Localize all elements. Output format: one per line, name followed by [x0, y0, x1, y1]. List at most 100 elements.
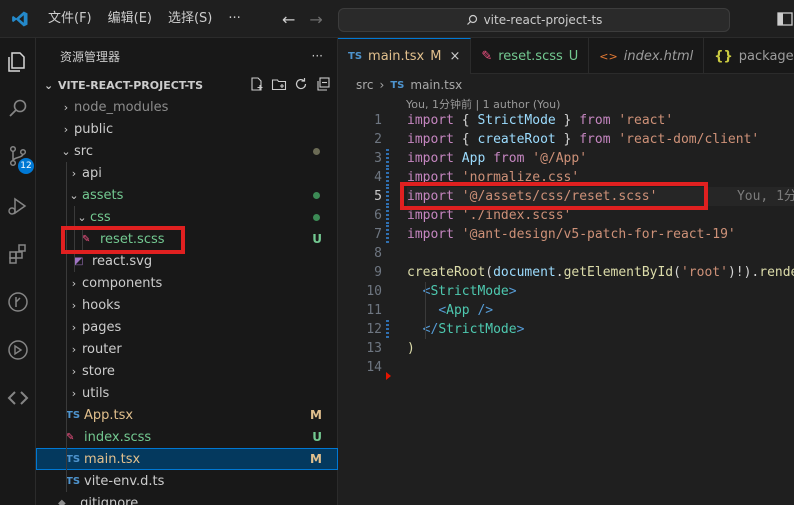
- codelens-author[interactable]: You, 1分钟前 | 1 author (You): [406, 96, 560, 112]
- code-line[interactable]: 7 import '@ant-design/v5-patch-for-react-…: [338, 225, 794, 244]
- code-line[interactable]: 8: [338, 244, 794, 263]
- tree-item-label: App.tsx: [84, 407, 134, 423]
- close-icon[interactable]: ×: [449, 49, 460, 64]
- code-token: createRoot: [407, 265, 486, 280]
- toggle-sidebar-icon[interactable]: [776, 10, 794, 28]
- chevron-down-icon: ⌄: [69, 188, 79, 202]
- run-debug-icon[interactable]: [4, 192, 32, 220]
- code-token: StrictMode: [430, 284, 509, 299]
- tree-item-label: hooks: [82, 297, 121, 313]
- code-editor[interactable]: 1 import { StrictMode } from 'react' 2 impo…: [338, 111, 794, 505]
- menu-item[interactable]: ···: [220, 0, 248, 38]
- tree-folder[interactable]: › store: [36, 360, 338, 382]
- project-name: VITE-REACT-PROJECT-TS: [58, 78, 204, 92]
- tree-file[interactable]: TS App.tsx M: [36, 404, 338, 426]
- tree-folder[interactable]: › components: [36, 272, 338, 294]
- indent-guide: [66, 184, 67, 206]
- tree-folder[interactable]: ⌄ src: [36, 140, 338, 162]
- project-header[interactable]: ⌄ VITE-REACT-PROJECT-TS: [36, 74, 337, 96]
- code-line[interactable]: 3 import App from '@/App': [338, 149, 794, 168]
- code-token: render: [759, 265, 794, 280]
- tree-folder[interactable]: › public: [36, 118, 338, 140]
- code-text: import { StrictMode } from 'react': [407, 111, 673, 130]
- new-file-icon[interactable]: [249, 76, 265, 92]
- menu-item[interactable]: 选择(S): [160, 0, 220, 38]
- explorer-icon[interactable]: [4, 48, 32, 76]
- back-arrow-icon[interactable]: ←: [282, 10, 295, 29]
- tree-folder[interactable]: ⌄ assets: [36, 184, 338, 206]
- tree-folder[interactable]: › hooks: [36, 294, 338, 316]
- code-line[interactable]: 2 import { createRoot } from 'react-dom/c…: [338, 130, 794, 149]
- code-line[interactable]: 1 import { StrictMode } from 'react': [338, 111, 794, 130]
- tree-file[interactable]: ◆ .gitignore: [36, 492, 338, 505]
- indent-guide: [66, 426, 67, 448]
- menu-item[interactable]: 文件(F): [40, 0, 100, 38]
- more-actions-icon[interactable]: ···: [312, 49, 323, 63]
- sidebar-title: 资源管理器: [60, 49, 121, 64]
- tree-item-label: main.tsx: [84, 451, 141, 467]
- tree-file[interactable]: TS vite-env.d.ts: [36, 470, 338, 492]
- code-line[interactable]: 10 <StrictMode>: [338, 282, 794, 301]
- refresh-icon[interactable]: [293, 76, 309, 92]
- new-folder-icon[interactable]: [271, 76, 287, 92]
- indent-guide: [425, 282, 426, 339]
- tree-item-label: public: [74, 121, 114, 137]
- search-icon[interactable]: [4, 94, 32, 122]
- breadcrumb-folder[interactable]: src: [356, 78, 374, 92]
- editor-tab[interactable]: ✎ reset.scss U: [471, 38, 590, 74]
- code-token: }: [555, 132, 580, 147]
- extensions-icon[interactable]: [4, 240, 32, 268]
- breadcrumb-file[interactable]: main.tsx: [410, 78, 462, 92]
- editor-tab[interactable]: {} package.: [704, 38, 794, 74]
- chevron-down-icon: ⌄: [44, 78, 54, 92]
- line-number: 7: [374, 227, 382, 242]
- code-text: createRoot(document.getElementById('root…: [407, 263, 794, 282]
- code-text: import { createRoot } from 'react-dom/cl…: [407, 130, 759, 149]
- chevron-right-icon: ›: [71, 364, 77, 378]
- breadcrumb: src › TS main.tsx: [338, 74, 794, 96]
- tree-folder[interactable]: › router: [36, 338, 338, 360]
- forward-arrow-icon[interactable]: →: [309, 10, 322, 29]
- code-token: import: [407, 208, 454, 223]
- tree-file[interactable]: TS main.tsx M: [36, 448, 338, 470]
- code-line[interactable]: 11 <App />: [338, 301, 794, 320]
- menu-item[interactable]: 编辑(E): [100, 0, 160, 38]
- code-token: getElementById: [563, 265, 674, 280]
- code-token: ): [407, 341, 415, 356]
- code-token: >: [508, 284, 517, 299]
- code-line[interactable]: 12 </StrictMode>: [338, 320, 794, 339]
- tree-folder[interactable]: › pages: [36, 316, 338, 338]
- tree-file[interactable]: ✎ index.scss U: [36, 426, 338, 448]
- code-line[interactable]: 14: [338, 358, 794, 380]
- tree-item-label: api: [82, 165, 102, 181]
- tree-item-label: vite-env.d.ts: [84, 473, 165, 489]
- code-token: (: [485, 265, 494, 280]
- tree-folder[interactable]: › api: [36, 162, 338, 184]
- modified-line-marker: [386, 187, 389, 206]
- tree-folder[interactable]: ⌄ css: [36, 206, 338, 228]
- code-token: 'root': [680, 265, 728, 280]
- line-number: 1: [374, 113, 382, 128]
- code-text: import '@ant-design/v5-patch-for-react-1…: [407, 225, 736, 244]
- git-graph-icon[interactable]: [4, 288, 32, 316]
- editor-tab[interactable]: <> index.html: [589, 38, 705, 74]
- indent-guide: [66, 360, 67, 382]
- modified-line-marker: [386, 206, 389, 225]
- editor-tab[interactable]: TS main.tsx M ×: [338, 38, 472, 74]
- remote-icon[interactable]: [4, 384, 32, 412]
- collapse-all-icon[interactable]: [315, 76, 331, 92]
- line-number: 4: [374, 170, 382, 185]
- tree-folder[interactable]: › node_modules: [36, 96, 338, 118]
- testing-icon[interactable]: [4, 336, 32, 364]
- tab-label: package.: [738, 48, 794, 64]
- code-token: {: [453, 113, 478, 128]
- code-line[interactable]: 9 createRoot(document.getElementById('roo…: [338, 263, 794, 282]
- command-center-search[interactable]: vite-react-project-ts: [338, 8, 730, 32]
- code-token: StrictMode: [477, 113, 556, 128]
- tree-folder[interactable]: › utils: [36, 382, 338, 404]
- code-line[interactable]: 13): [338, 339, 794, 358]
